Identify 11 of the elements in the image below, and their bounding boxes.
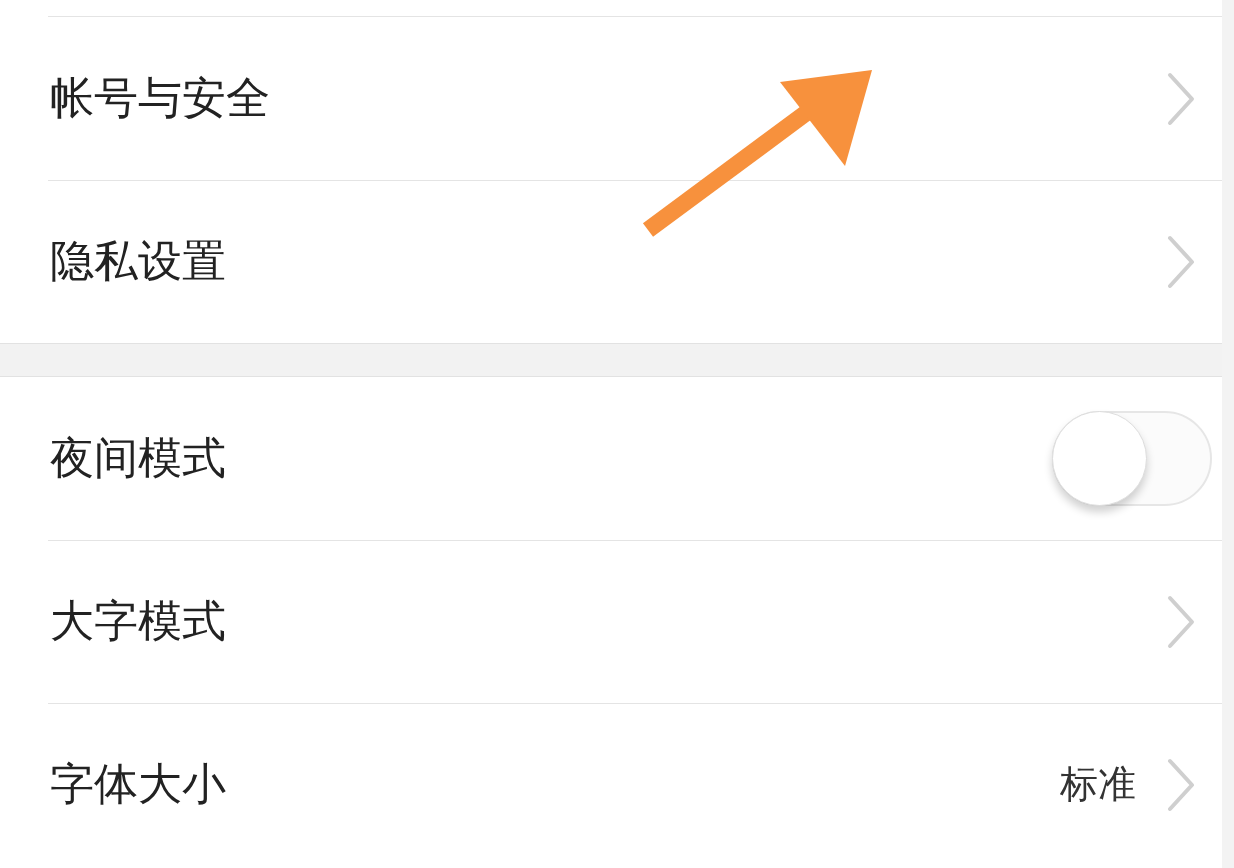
setting-label: 帐号与安全 [50, 71, 271, 125]
chevron-right-icon[interactable] [1166, 233, 1196, 290]
chevron-right-icon[interactable] [1166, 756, 1196, 813]
setting-label: 字体大小 [50, 757, 227, 811]
setting-label: 隐私设置 [50, 234, 227, 288]
toggle-switch[interactable] [1052, 411, 1212, 506]
chevron-right-icon[interactable] [1166, 593, 1196, 650]
setting-label: 大字模式 [50, 594, 227, 648]
chevron-right-icon[interactable] [1166, 70, 1196, 127]
setting-value: 标准 [1060, 761, 1136, 808]
setting-label: 夜间模式 [50, 431, 227, 485]
